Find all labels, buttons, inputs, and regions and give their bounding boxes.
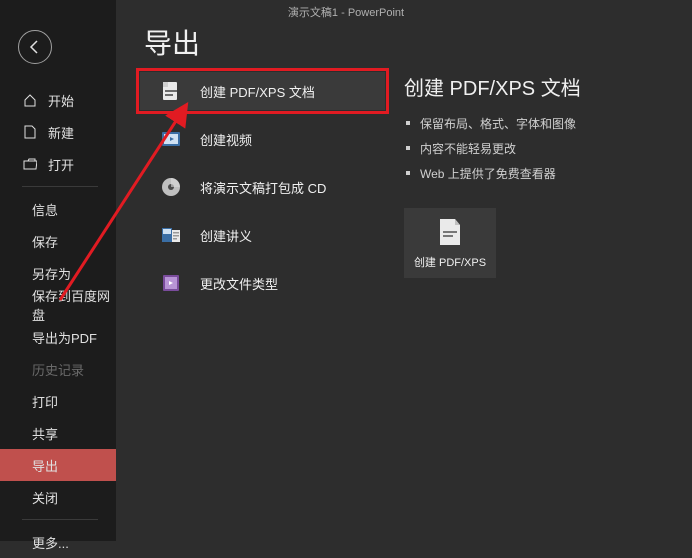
create-pdf-xps-label: 创建 PDF/XPS <box>414 254 486 270</box>
export-option-cd[interactable]: 将演示文稿打包成 CD <box>140 168 385 206</box>
sidebar-item-share[interactable]: 共享 <box>0 417 116 449</box>
export-option-label: 将演示文稿打包成 CD <box>200 178 326 197</box>
export-option-changetype[interactable]: 更改文件类型 <box>140 264 385 302</box>
content-area: 导出 创建 PDF/XPS 文档 创建视频 将演示文稿打包成 CD 创 <box>116 0 692 541</box>
sidebar-item-open[interactable]: 打开 <box>0 148 116 180</box>
handouts-icon <box>160 224 182 246</box>
cd-icon <box>160 176 182 198</box>
home-icon <box>22 93 38 107</box>
export-option-handouts[interactable]: 创建讲义 <box>140 216 385 254</box>
pdf-xps-icon <box>160 80 182 102</box>
sidebar-item-info[interactable]: 信息 <box>0 193 116 225</box>
sidebar-item-export-pdf[interactable]: 导出为PDF <box>0 321 116 353</box>
sidebar-item-save[interactable]: 保存 <box>0 225 116 257</box>
export-detail-panel: 创建 PDF/XPS 文档 保留布局、格式、字体和图像 内容不能轻易更改 Web… <box>404 72 684 278</box>
sidebar-item-label: 新建 <box>48 123 74 142</box>
export-option-label: 创建讲义 <box>200 226 252 245</box>
sidebar-item-label: 开始 <box>48 91 74 110</box>
sidebar-item-more[interactable]: 更多... <box>0 526 116 558</box>
export-option-pdf-xps[interactable]: 创建 PDF/XPS 文档 <box>140 72 385 110</box>
detail-bullet: 保留布局、格式、字体和图像 <box>404 115 684 132</box>
backstage-sidebar: 开始 新建 打开 信息 保存 另存为 保存到百度网盘 导出为PDF 历史记录 打… <box>0 0 116 541</box>
sidebar-item-print[interactable]: 打印 <box>0 385 116 417</box>
create-pdf-xps-button[interactable]: 创建 PDF/XPS <box>404 208 496 278</box>
export-option-label: 创建 PDF/XPS 文档 <box>200 82 315 101</box>
sidebar-item-save-baidu[interactable]: 保存到百度网盘 <box>0 289 116 321</box>
page-title: 导出 <box>116 0 692 80</box>
open-icon <box>22 158 38 170</box>
change-type-icon <box>160 272 182 294</box>
export-option-video[interactable]: 创建视频 <box>140 120 385 158</box>
back-button[interactable] <box>18 30 52 64</box>
sidebar-item-close[interactable]: 关闭 <box>0 481 116 513</box>
sidebar-item-new[interactable]: 新建 <box>0 116 116 148</box>
new-icon <box>22 125 38 139</box>
sidebar-item-home[interactable]: 开始 <box>0 84 116 116</box>
video-icon <box>160 128 182 150</box>
divider <box>22 186 98 187</box>
back-arrow-icon <box>28 40 42 54</box>
detail-bullet: 内容不能轻易更改 <box>404 140 684 157</box>
detail-bullet-list: 保留布局、格式、字体和图像 内容不能轻易更改 Web 上提供了免费查看器 <box>404 115 684 182</box>
sidebar-item-export[interactable]: 导出 <box>0 449 116 481</box>
sidebar-item-history[interactable]: 历史记录 <box>0 353 116 385</box>
export-option-list: 创建 PDF/XPS 文档 创建视频 将演示文稿打包成 CD 创建讲义 更改文件 <box>140 72 385 312</box>
export-option-label: 更改文件类型 <box>200 274 278 293</box>
sidebar-item-label: 打开 <box>48 155 74 174</box>
detail-title: 创建 PDF/XPS 文档 <box>404 72 684 101</box>
pdf-file-icon <box>437 217 463 247</box>
divider <box>22 519 98 520</box>
sidebar-item-saveas[interactable]: 另存为 <box>0 257 116 289</box>
export-option-label: 创建视频 <box>200 130 252 149</box>
detail-bullet: Web 上提供了免费查看器 <box>404 165 684 182</box>
